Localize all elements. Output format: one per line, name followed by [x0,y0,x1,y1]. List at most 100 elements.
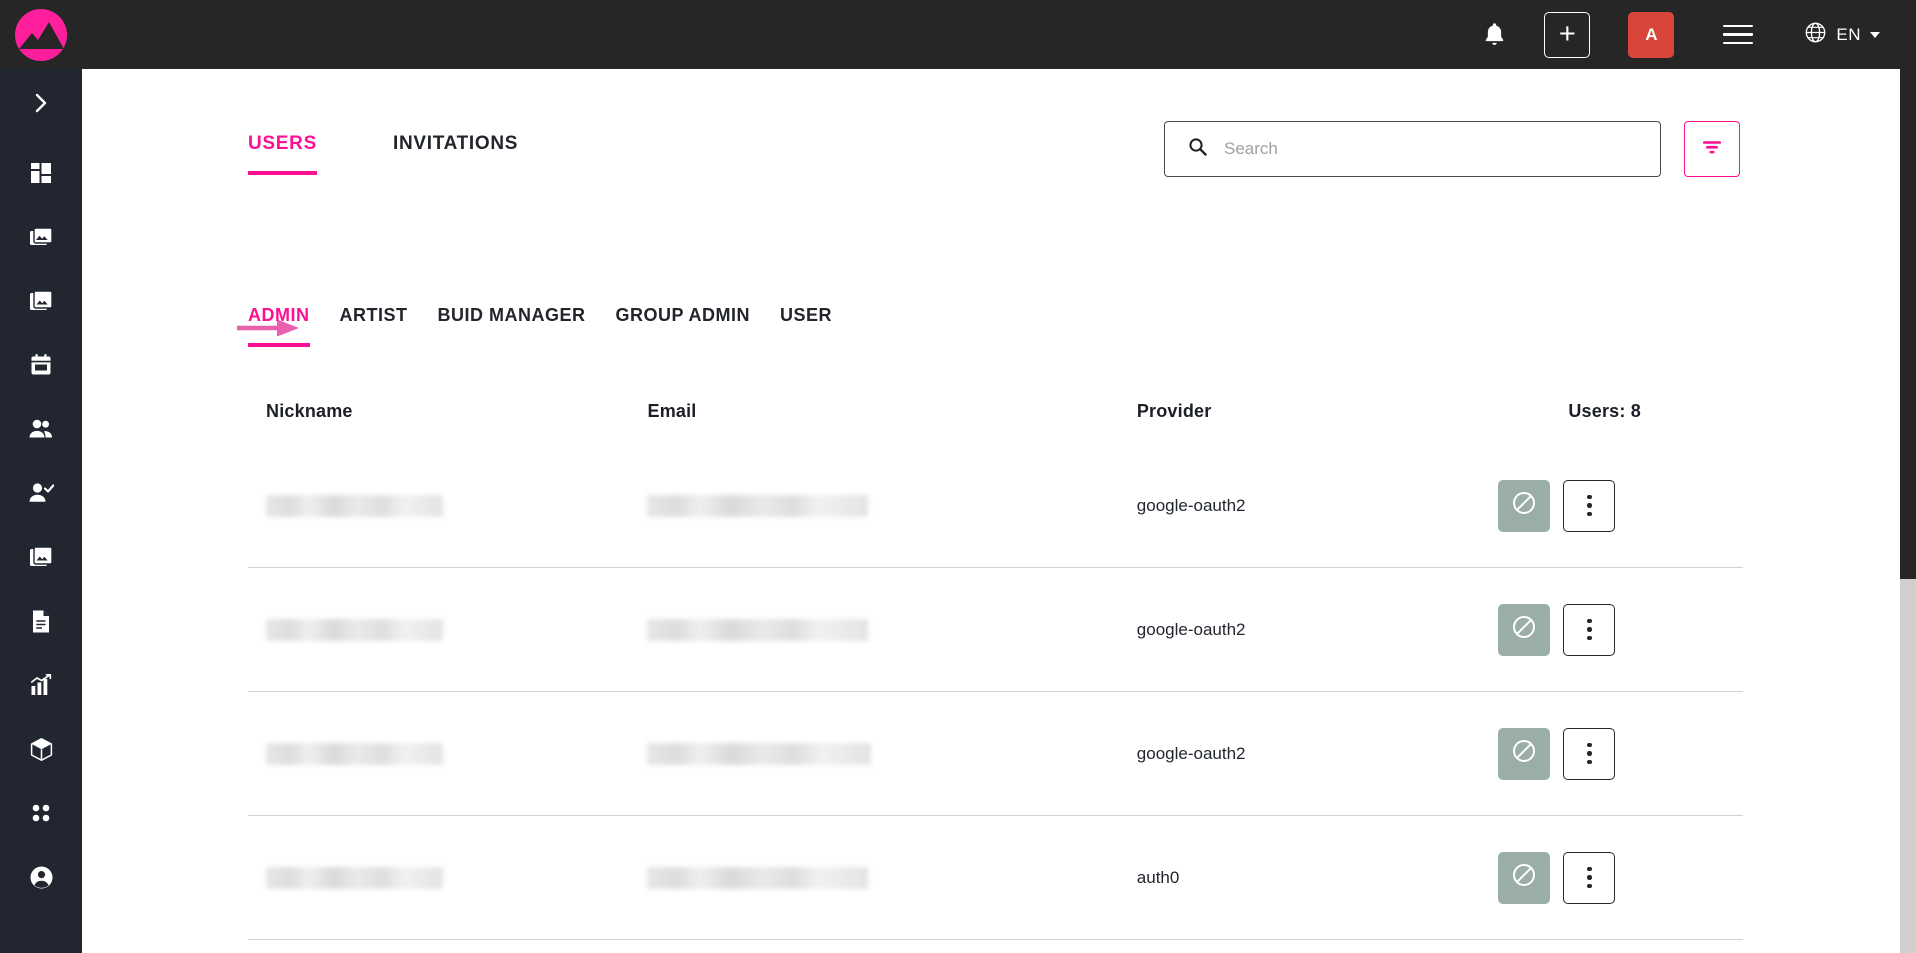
sidebar-expand-toggle[interactable] [0,69,82,141]
sidebar-item-documents[interactable] [0,589,82,653]
cell-nickname [248,618,647,641]
more-vertical-icon [1587,866,1592,872]
redacted-nickname [266,742,443,765]
sidebar-item-account[interactable] [0,845,82,909]
tab-artist[interactable]: ARTIST [340,305,408,336]
globe-icon [1804,21,1827,49]
sidebar-item-apps[interactable] [0,781,82,845]
sidebar-item-approvals[interactable] [0,461,82,525]
sidebar-item-assets[interactable] [0,525,82,589]
avatar[interactable]: A [1628,11,1675,58]
more-vertical-icon [1587,751,1592,756]
bell-icon[interactable] [1466,7,1522,63]
left-sidebar [0,69,82,953]
more-vertical-icon [1587,759,1592,765]
block-user-button[interactable] [1498,479,1551,532]
column-header-nickname: Nickname [266,400,353,421]
row-actions [1466,603,1743,656]
redacted-nickname [266,494,443,517]
more-vertical-icon [1587,883,1592,889]
language-label: EN [1836,24,1861,44]
redacted-email [647,494,869,517]
hamburger-bar [1723,24,1754,28]
table-header-row: Nickname Email Provider Users: 8 [248,382,1743,444]
more-options-button[interactable] [1563,603,1616,656]
cell-nickname [248,742,647,765]
cell-email [647,742,1136,765]
sidebar-item-analytics[interactable] [0,653,82,717]
users-table: Nickname Email Provider Users: 8 google-… [248,382,1743,953]
main-tabs: USERS INVITATIONS [248,133,594,175]
block-icon [1511,862,1537,893]
sidebar-item-media-library[interactable] [0,205,82,269]
add-button[interactable]: + [1544,11,1591,58]
cell-email [647,494,1136,517]
more-vertical-icon [1587,635,1592,641]
language-selector[interactable]: EN [1804,21,1880,49]
cell-nickname [248,866,647,889]
chevron-right-icon [34,92,49,119]
more-vertical-icon [1587,875,1592,880]
users-count-label: Users: 8 [1568,400,1642,421]
redacted-email [647,742,872,765]
sidebar-item-products[interactable] [0,717,82,781]
table-row[interactable]: google-oauth2 [248,692,1743,816]
more-vertical-icon [1587,742,1592,748]
hamburger-icon[interactable] [1712,9,1764,61]
filter-icon [1701,138,1723,161]
table-row[interactable]: google-oauth2 [248,444,1743,568]
search-box[interactable] [1164,121,1661,177]
calendar-icon [29,353,53,377]
tab-users[interactable]: USERS [248,133,317,175]
photo-library-icon [29,225,54,250]
tab-invitations[interactable]: INVITATIONS [393,133,518,165]
redacted-email [647,618,869,641]
cell-provider: auth0 [1136,867,1180,887]
more-options-button[interactable] [1563,727,1616,780]
tab-user[interactable]: USER [780,305,832,336]
top-header-bar: + A EN [0,0,1916,69]
page-scrollbar-thumb[interactable] [1900,69,1916,579]
block-user-button[interactable] [1498,603,1551,656]
search-input[interactable] [1224,139,1624,159]
image-stack-icon [29,289,54,314]
row-actions [1466,727,1743,780]
more-options-button[interactable] [1563,851,1616,904]
cell-provider: google-oauth2 [1136,495,1246,515]
search-row [1164,121,1740,177]
tab-buid-manager[interactable]: BUID MANAGER [438,305,586,336]
image-stack-icon [29,545,54,570]
more-vertical-icon [1587,618,1592,624]
people-icon [28,417,54,441]
sidebar-item-users[interactable] [0,397,82,461]
block-user-button[interactable] [1498,851,1551,904]
hamburger-bar [1723,41,1754,45]
block-icon [1511,490,1537,521]
sidebar-item-galleries[interactable] [0,269,82,333]
app-logo[interactable] [0,0,82,69]
table-row[interactable]: auth0 - [248,940,1743,953]
block-user-button[interactable] [1498,727,1551,780]
hamburger-bar [1723,33,1754,36]
sidebar-item-calendar[interactable] [0,333,82,397]
column-header-email: Email [647,400,697,421]
dashboard-grid-icon [29,161,53,185]
tab-admin[interactable]: ADMIN [248,305,310,347]
sidebar-item-dashboard[interactable] [0,141,82,205]
redacted-nickname [266,618,443,641]
page-scrollbar-track[interactable] [1900,69,1916,953]
more-options-button[interactable] [1563,479,1616,532]
tab-group-admin[interactable]: GROUP ADMIN [616,305,751,336]
cell-email [647,866,1136,889]
bar-chart-icon [29,673,53,697]
document-icon [30,609,52,634]
mountain-logo-icon [15,8,67,61]
redacted-nickname [266,866,443,889]
table-row[interactable]: auth0 [248,816,1743,940]
filter-button[interactable] [1684,121,1740,177]
account-circle-icon [29,865,54,890]
cell-email [647,618,1136,641]
column-header-provider: Provider [1136,400,1212,421]
more-vertical-icon [1587,511,1592,517]
table-row[interactable]: google-oauth2 [248,568,1743,692]
